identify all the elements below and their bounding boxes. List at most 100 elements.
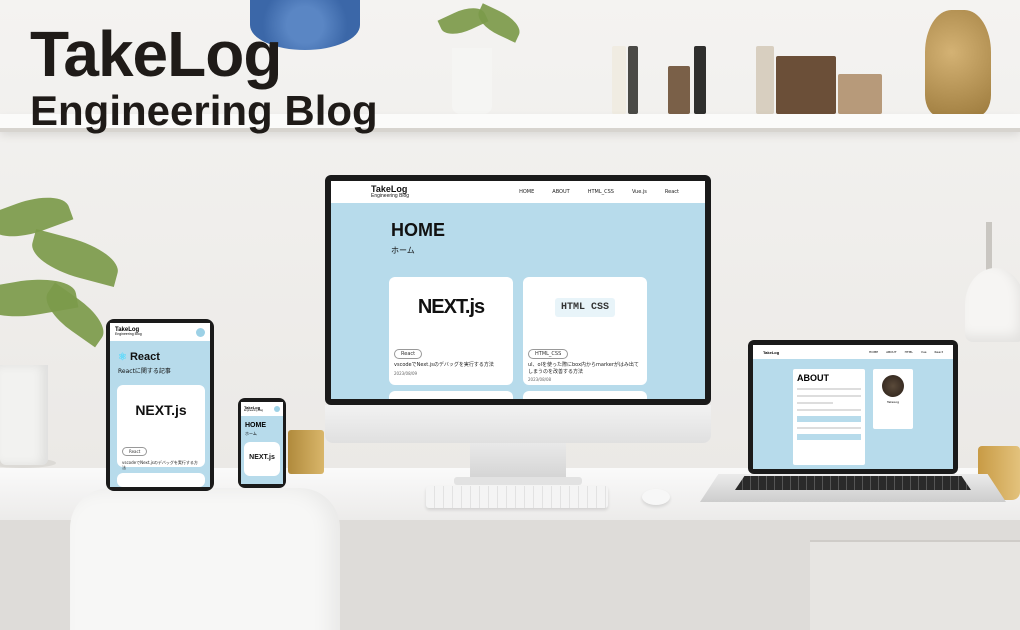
about-title: ABOUT [797,373,829,383]
nav-vue[interactable]: Vue.js [632,189,647,195]
monitor-nav-links: HOME ABOUT HTML_CSS Vue.js React [519,189,679,195]
lamp-shade [965,268,1020,342]
monitor-base [454,477,582,485]
tablet-page-subtitle: Reactに関する記事 [118,368,171,375]
plant-pot [0,365,48,465]
nav-react[interactable]: React [665,189,679,195]
tablet-brand-sub: Engineering Blog [115,332,142,337]
text-line [797,402,833,404]
monitor-chin [325,405,711,443]
laptop-screen: TakeLog HOME ABOUT HTML Vue React ABOUT [753,345,953,469]
tablet-navbar: TakeLog Engineering Blog [110,323,210,341]
nav-home[interactable]: HOME [519,189,534,195]
brand-logo: TakeLog Engineering Blog [30,22,378,132]
article-card[interactable]: HTML CSS HTML_CSS ul、olを使った際にbox内からmarke… [523,277,647,385]
laptop-keyboard [735,476,971,490]
book [776,56,836,114]
nav-html-css[interactable]: HTML_CSS [588,189,614,195]
menu-button[interactable] [196,327,205,337]
nextjs-thumb-text: NEXT.js [417,295,485,318]
article-thumbnail: NEXT.js [389,277,513,337]
card-body: React vscodeでNext.jsのデバッグを実行する方法 [117,435,205,473]
monitor-page-header: HOME ホーム [391,221,445,256]
nav-html[interactable]: HTML [905,350,913,354]
scene: TakeLog Engineering Blog TakeLog Enginee… [0,0,1020,630]
monitor-brand-sub: Engineering Blog [371,193,410,199]
article-card[interactable] [389,391,513,399]
nextjs-thumb-text: NEXT.js [135,402,187,418]
article-card[interactable]: NEXT.js [244,442,280,476]
avatar [882,375,904,397]
golden-vase [925,10,991,116]
monitor-screen: TakeLog Engineering Blog HOME ABOUT HTML… [331,181,705,399]
phone-site-logo[interactable]: TakeLog Engineering Blog [244,405,264,413]
book [756,46,774,114]
tablet-site-logo[interactable]: TakeLog Engineering Blog [115,327,142,337]
tablet-page-header: ⚛ React Reactに関する記事 [118,351,171,375]
desktop-monitor: TakeLog Engineering Blog HOME ABOUT HTML… [325,175,711,405]
laptop-navbar: TakeLog HOME ABOUT HTML Vue React [753,345,953,359]
nav-about[interactable]: ABOUT [886,350,896,354]
brand-title: TakeLog [30,18,282,90]
card-body: HTML_CSS ul、olを使った際にbox内からmarkerがはみ出てしまう… [523,337,647,385]
tablet-screen: TakeLog Engineering Blog ⚛ React Reactに関… [110,323,210,487]
phone-page-subtitle: ホーム [245,431,257,436]
article-thumbnail: NEXT.js [117,385,205,435]
html-css-thumb-text: HTML CSS [554,297,615,317]
smartphone: TakeLog Engineering Blog HOME ホーム NEXT.j… [238,398,286,488]
phone-brand-sub: Engineering Blog [244,408,264,412]
category-tag[interactable]: React [394,349,423,359]
nav-about[interactable]: ABOUT [552,189,569,195]
article-card[interactable]: NEXT.js React vscodeでNext.jsのデバッグを実行する方法 [117,385,205,470]
profile-card: TakeLog [873,369,913,429]
laptop-site-logo[interactable]: TakeLog [763,350,779,355]
article-thumbnail: NEXT.js [244,442,280,472]
card-title: vscodeでNext.jsのデバッグを実行する方法 [394,362,494,368]
tablet-page-title: ⚛ React [118,351,171,363]
monitor-navbar: TakeLog Engineering Blog HOME ABOUT HTML… [331,181,705,203]
phone-screen: TakeLog Engineering Blog HOME ホーム NEXT.j… [241,402,283,484]
text-line [797,427,861,429]
lamp-arm [986,222,992,272]
article-card[interactable]: NEXT.js React vscodeでNext.jsのデバッグを実行する方法… [389,277,513,385]
brand-subtitle: Engineering Blog [30,87,378,134]
card-body: React vscodeでNext.jsのデバッグを実行する方法 2023/08… [389,337,513,379]
chair [70,488,340,630]
phone-navbar: TakeLog Engineering Blog [241,402,283,416]
article-card[interactable] [117,473,205,487]
tablet: TakeLog Engineering Blog ⚛ React Reactに関… [106,319,214,491]
shelf-plant-pot [452,48,492,114]
section-bar [797,434,861,440]
card-title: ul、olを使った際にbox内からmarkerがはみ出てしまうのを改善する方法 [528,362,639,375]
pencil-cup [288,430,324,474]
text-line [797,388,861,390]
keyboard [426,486,608,508]
mouse [642,489,670,505]
article-thumbnail: HTML CSS [523,277,647,337]
section-bar [797,416,861,422]
monitor-site-logo[interactable]: TakeLog Engineering Blog [371,185,409,199]
nav-react[interactable]: React [935,350,943,354]
text-line [797,409,861,411]
laptop: TakeLog HOME ABOUT HTML Vue React ABOUT [748,340,958,474]
phone-page-title: HOME [245,422,266,429]
card-title: vscodeでNext.jsのデバッグを実行する方法 [122,460,198,471]
nav-vue[interactable]: Vue [921,350,927,354]
react-icon: ⚛ [118,351,127,363]
tablet-heading-text: React [129,351,160,363]
laptop-nav-links: HOME ABOUT HTML Vue React [869,350,943,354]
category-tag[interactable]: React [122,447,148,456]
nav-home[interactable]: HOME [869,350,878,354]
article-card[interactable] [523,391,647,399]
card-date: 2023/08/09 [394,370,418,376]
menu-button[interactable] [274,406,280,412]
book [612,46,626,114]
desk-drawer [810,540,1020,630]
monitor-stand [470,443,566,479]
category-tag[interactable]: HTML_CSS [528,349,569,359]
text-line [797,395,861,397]
book [838,74,882,114]
page-title: HOME [391,220,445,240]
book [668,66,690,114]
page-subtitle: ホーム [391,246,415,255]
